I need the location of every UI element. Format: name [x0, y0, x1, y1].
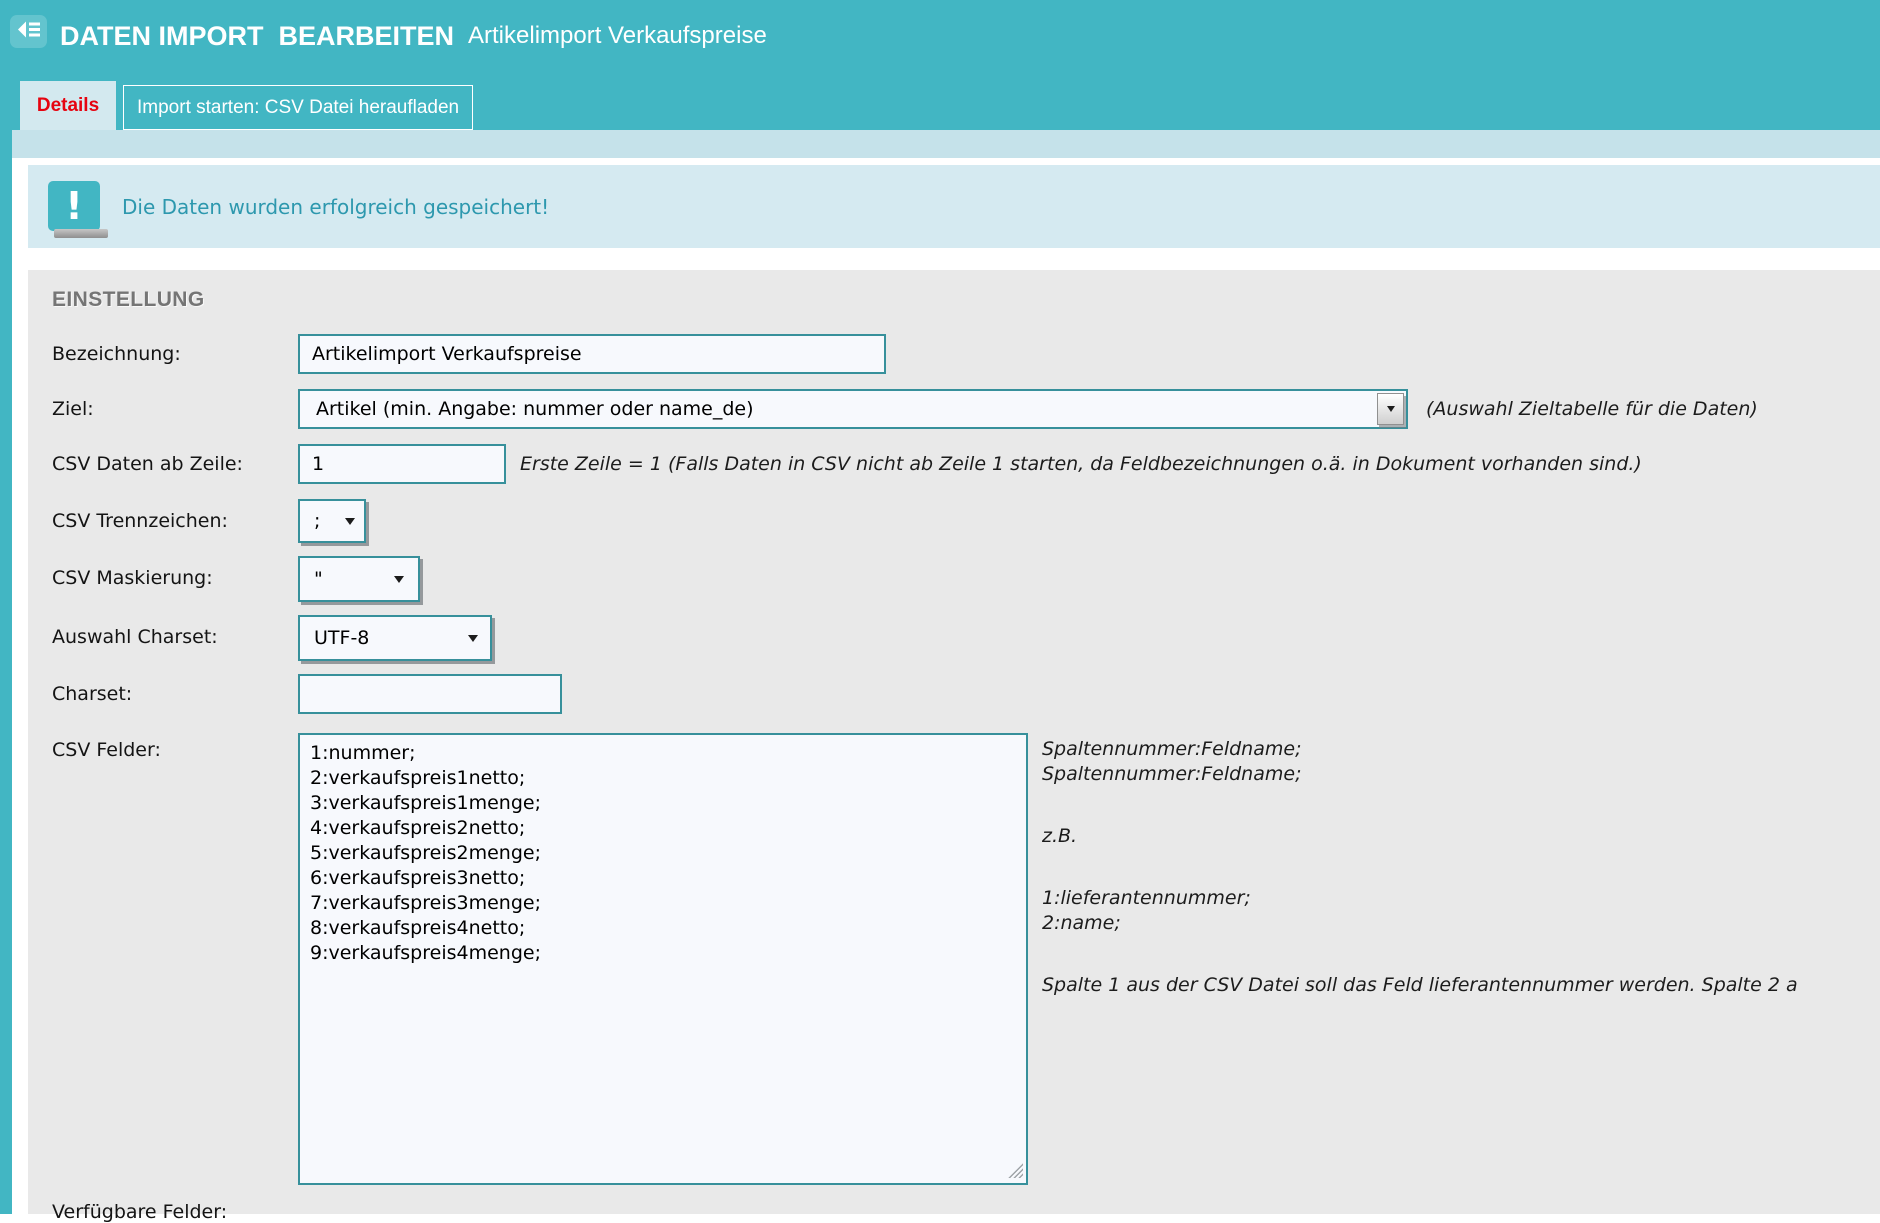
maskierung-select[interactable]: " — [298, 556, 420, 602]
ziel-hint: (Auswahl Zieltabelle für die Daten) — [1426, 389, 1758, 420]
bezeichnung-label: Bezeichnung: — [52, 334, 298, 365]
left-accent-strip — [0, 0, 12, 1214]
row-ziel: Ziel: Artikel (min. Angabe: nummer oder … — [52, 389, 1880, 429]
charset-label: Charset: — [52, 674, 298, 705]
back-button[interactable] — [10, 15, 47, 48]
bezeichnung-input[interactable] — [298, 334, 886, 374]
page-header: DATEN IMPORT BEARBEITEN Artikelimport Ve… — [0, 0, 1880, 130]
auswahl-charset-select[interactable]: UTF-8 — [298, 615, 492, 661]
ziel-dropdown-button[interactable] — [1377, 393, 1404, 425]
row-bezeichnung: Bezeichnung: — [52, 334, 1880, 374]
ziel-selected-value: Artikel (min. Angabe: nummer oder name_d… — [300, 398, 754, 420]
success-message-text: Die Daten wurden erfolgreich gespeichert… — [122, 195, 549, 219]
row-auswahl-charset: Auswahl Charset: UTF-8 — [52, 615, 1880, 661]
csv-ab-zeile-input[interactable] — [298, 444, 506, 484]
dropdown-arrow-icon — [1387, 406, 1395, 412]
panel-title: EINSTELLUNG — [52, 288, 1880, 312]
verfuegbare-felder-label: Verfügbare Felder: — [52, 1201, 1880, 1223]
sub-header-band — [12, 130, 1880, 158]
title-section: DATEN IMPORT — [60, 21, 264, 52]
csv-felder-hint-example: 1:lieferantennummer; 2:name; — [1042, 886, 1798, 936]
csv-felder-textarea-wrap: 1:nummer; 2:verkaufspreis1netto; 3:verka… — [298, 733, 1028, 1185]
charset-input[interactable] — [298, 674, 562, 714]
csv-felder-hint-example-intro: z.B. — [1042, 824, 1798, 849]
auswahl-charset-label: Auswahl Charset: — [52, 615, 298, 648]
tab-details[interactable]: Details — [20, 81, 116, 130]
csv-felder-hint-explanation: Spalte 1 aus der CSV Datei soll das Feld… — [1042, 973, 1798, 998]
back-to-list-icon — [17, 20, 41, 43]
ziel-select[interactable]: Artikel (min. Angabe: nummer oder name_d… — [298, 389, 1408, 429]
maskierung-label: CSV Maskierung: — [52, 556, 298, 589]
auswahl-charset-selected-value: UTF-8 — [300, 627, 369, 649]
exclamation-icon: ! — [48, 181, 100, 231]
einstellung-panel: EINSTELLUNG Bezeichnung: Ziel: Artikel (… — [28, 270, 1880, 1214]
csv-felder-label: CSV Felder: — [52, 733, 298, 761]
title-record-name: Artikelimport Verkaufspreise — [468, 22, 767, 50]
row-csv-felder: CSV Felder: 1:nummer; 2:verkaufspreis1ne… — [52, 733, 1880, 1185]
row-trennzeichen: CSV Trennzeichen: ; — [52, 499, 1880, 543]
csv-felder-hints: Spaltennummer:Feldname; Spaltennummer:Fe… — [1042, 733, 1798, 1035]
ziel-label: Ziel: — [52, 389, 298, 420]
maskierung-selected-value: " — [300, 568, 323, 590]
row-maskierung: CSV Maskierung: " — [52, 556, 1880, 602]
page-title: DATEN IMPORT BEARBEITEN Artikelimport Ve… — [60, 17, 767, 55]
trennzeichen-label: CSV Trennzeichen: — [52, 499, 298, 532]
dropdown-arrow-icon — [394, 576, 404, 583]
success-message-box: ! Die Daten wurden erfolgreich gespeiche… — [28, 165, 1880, 248]
csv-felder-hint-format: Spaltennummer:Feldname; Spaltennummer:Fe… — [1042, 737, 1798, 787]
csv-ab-zeile-hint: Erste Zeile = 1 (Falls Daten in CSV nich… — [520, 444, 1642, 475]
trennzeichen-select[interactable]: ; — [298, 499, 366, 543]
csv-felder-textarea[interactable]: 1:nummer; 2:verkaufspreis1netto; 3:verka… — [298, 733, 1028, 1185]
row-csv-ab-zeile: CSV Daten ab Zeile: Erste Zeile = 1 (Fal… — [52, 444, 1880, 484]
dropdown-arrow-icon — [345, 518, 355, 525]
csv-ab-zeile-label: CSV Daten ab Zeile: — [52, 444, 298, 475]
tab-import-starten[interactable]: Import starten: CSV Datei heraufladen — [123, 85, 473, 130]
row-charset: Charset: — [52, 674, 1880, 714]
title-mode: BEARBEITEN — [279, 21, 455, 52]
dropdown-arrow-icon — [468, 635, 478, 642]
trennzeichen-selected-value: ; — [300, 510, 320, 532]
